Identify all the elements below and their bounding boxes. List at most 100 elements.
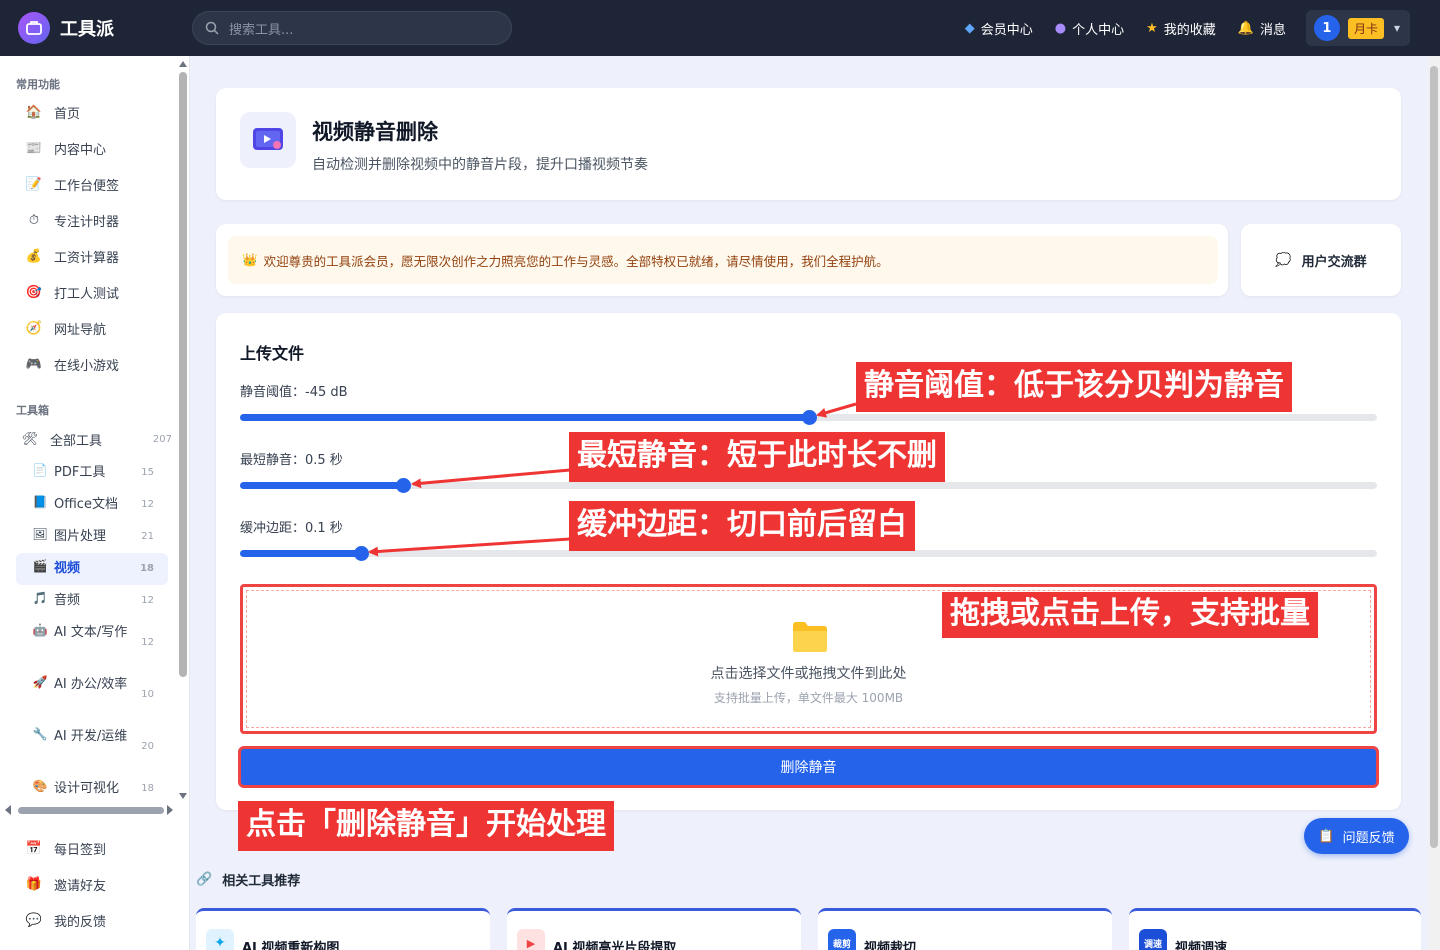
scroll-up-icon[interactable] [179,60,187,68]
link-icon: 🔗 [196,872,213,887]
gamepad-icon: 🎮 [25,356,43,372]
highlight-icon: ▶ [517,929,545,950]
padding-slider[interactable] [240,546,1377,561]
annotation-threshold: 静音阈值：低于该分贝判为静音 [856,362,1292,412]
sidebar-sub-office[interactable]: 📘 Office文档 12 [16,495,168,515]
star-icon: ★ [1146,20,1158,36]
scroll-thumb[interactable] [18,807,164,814]
sidebar-item-games[interactable]: 🎮 在线小游戏 [16,350,168,378]
sidebar-item-timer[interactable]: ⏱ 专注计时器 [16,206,168,234]
related-tool-card[interactable]: 调速 视频调速 [1129,908,1421,950]
section-title: 上传文件 [240,344,305,363]
money-bag-icon: 💰 [25,248,43,264]
sidebar-sub-label: PDF工具 [54,465,106,480]
page-scrollbar[interactable] [1428,56,1440,950]
sidebar-item-feedback[interactable]: 💬 我的反馈 [16,906,168,934]
reframe-icon: ✦ [206,929,234,950]
sidebar-sub-ai-dev[interactable]: 🔧 AI 开发/运维 20 [16,727,168,757]
sidebar-sub-design[interactable]: 🎨 设计可视化 18 [16,779,168,799]
sidebar-sub-image[interactable]: 🖼 图片处理 21 [16,527,168,547]
sidebar-sub-video[interactable]: 🎬 视频 18 [16,553,168,585]
sidebar-sub-count: 18 [140,563,154,574]
scroll-thumb[interactable] [179,72,187,677]
feedback-button[interactable]: 📋 问题反馈 [1304,818,1409,854]
house-icon: 🏠 [25,104,43,120]
sidebar-item-label: 网址导航 [54,322,107,338]
nav-vip-center[interactable]: ◆ 会员中心 [965,19,1033,38]
sidebar-sub-label: 图片处理 [54,529,107,544]
sidebar-sub-ai-text[interactable]: 🤖 AI 文本/写作 12 [16,623,168,653]
threshold-label: 静音阈值：-45 dB [240,385,348,400]
threshold-slider[interactable] [240,410,1377,425]
slider-handle[interactable] [801,410,817,425]
sidebar-sub-count: 12 [141,637,154,648]
speed-icon: 调速 [1139,929,1167,950]
clapper-icon: 🎬 [32,559,48,573]
nav-profile[interactable]: ● 个人中心 [1055,19,1124,38]
compass-icon: 🧭 [25,320,43,336]
nav-messages[interactable]: 🔔 消息 [1238,19,1286,38]
sidebar-item-label: 首页 [54,106,81,122]
sidebar-vertical-scrollbar[interactable] [179,60,187,800]
scroll-thumb[interactable] [1430,66,1438,848]
related-tool-card[interactable]: 裁剪 视频裁切 [818,908,1112,950]
nav-messages-label: 消息 [1259,22,1286,38]
clipboard-icon: 📋 [1318,828,1335,844]
slider-handle[interactable] [353,546,369,561]
page-title: 视频静音删除 [312,120,438,144]
sidebar-item-nav[interactable]: 🧭 网址导航 [16,314,168,342]
music-note-icon: 🎵 [32,591,48,605]
sidebar-item-count: 207 [152,433,172,445]
dropzone-text: 点击选择文件或拖拽文件到此处 [710,666,907,682]
sidebar-item-all-tools[interactable]: 🛠 全部工具 207 [16,425,172,453]
calendar-icon: 📅 [25,840,43,856]
sidebar-item-label: 工作台便签 [54,178,120,194]
sidebar-item-notes[interactable]: 📝 工作台便签 [16,170,168,198]
sidebar-sub-count: 18 [141,783,154,794]
search-icon [205,21,219,35]
sidebar-item-worker-test[interactable]: 🎯 打工人测试 [16,278,168,306]
sidebar-item-invite[interactable]: 🎁 邀请好友 [16,870,168,898]
app-logo[interactable]: 工具派 [18,12,192,44]
crop-icon: 裁剪 [828,929,856,950]
sidebar-sub-audio[interactable]: 🎵 音频 12 [16,591,168,611]
sidebar-item-label: 专注计时器 [54,214,120,230]
nav-favorites[interactable]: ★ 我的收藏 [1146,19,1216,38]
sidebar-sub-label: AI 文本/写作 [54,625,128,640]
related-tool-card[interactable]: ✦ AI 视频重新构图 [196,908,490,950]
remove-silence-button[interactable]: 删除静音 [238,746,1379,788]
sidebar-sub-ai-office[interactable]: 🚀 AI 办公/效率 10 [16,675,168,705]
user-menu[interactable]: 1 月卡 ▾ [1305,10,1410,46]
rocket-icon: 🚀 [32,675,48,689]
search-input[interactable]: 搜索工具... [192,11,512,45]
min-silence-slider[interactable] [240,478,1377,493]
scroll-down-icon[interactable] [179,792,187,800]
sidebar-item-checkin[interactable]: 📅 每日签到 [16,834,168,862]
nav-profile-label: 个人中心 [1072,22,1125,38]
sidebar-item-home[interactable]: 🏠 首页 [16,98,168,126]
sidebar-sub-count: 12 [141,595,154,606]
document-icon: 📘 [32,495,48,509]
sidebar-horizontal-scrollbar[interactable] [4,804,174,816]
sidebar-sub-pdf[interactable]: 📄 PDF工具 15 [16,463,168,483]
nav-favorites-label: 我的收藏 [1163,22,1216,38]
min-silence-label: 最短静音：0.5 秒 [240,453,343,468]
related-tool-card[interactable]: ▶ AI 视频高光片段提取 [507,908,801,950]
sidebar-item-content[interactable]: 📰 内容中心 [16,134,168,162]
related-tools-title: 🔗 相关工具推荐 [196,870,300,889]
robot-icon: 🤖 [32,623,48,637]
sidebar-item-label: 工资计算器 [54,250,120,266]
sidebar-section-common: 常用功能 [16,78,60,91]
annotation-dropzone: 拖拽或点击上传，支持批量 [942,592,1318,638]
scroll-right-icon[interactable] [166,804,174,816]
sidebar-item-salary[interactable]: 💰 工资计算器 [16,242,168,270]
slider-handle[interactable] [395,478,411,493]
sidebar-sub-label: 设计可视化 [54,781,120,796]
welcome-banner: 👑 欢迎尊贵的工具派会员，愿无限次创作之力照亮您的工作与灵感。全部特权已就绪，请… [228,236,1218,284]
logo-icon [18,12,50,44]
welcome-card: 👑 欢迎尊贵的工具派会员，愿无限次创作之力照亮您的工作与灵感。全部特权已就绪，请… [216,224,1228,296]
user-group-button[interactable]: 💭 用户交流群 [1241,224,1401,296]
dropzone-hint: 支持批量上传，单文件最大 100MB [713,691,904,705]
avatar: 1 [1313,15,1340,41]
scroll-left-icon[interactable] [4,804,12,816]
